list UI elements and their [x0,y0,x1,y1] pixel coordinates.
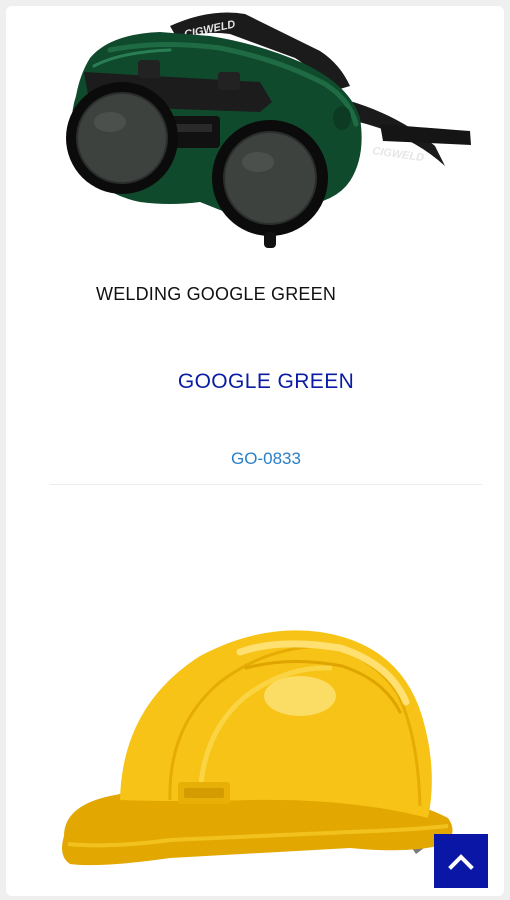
chevron-up-icon [448,854,474,870]
welding-goggles-image[interactable]: CIGWELD CIGWELD [50,6,482,256]
product-code: GO-0833 [231,449,301,468]
image-caption: WELDING GOOGLE GREEN [96,284,337,304]
hard-hat-image[interactable] [50,586,482,896]
strap-brand-mark: CIGWELD [372,145,425,164]
product-name-link[interactable]: GOOGLE GREEN [50,370,482,394]
page: CIGWELD CIGWELD WELDING GOOGLE GREEN GOO… [0,0,510,900]
product-card[interactable] [50,526,482,896]
product-list: CIGWELD CIGWELD WELDING GOOGLE GREEN GOO… [6,6,504,896]
scroll-to-top-button[interactable] [434,834,488,888]
product-card[interactable]: CIGWELD CIGWELD WELDING GOOGLE GREEN GOO… [50,6,482,485]
